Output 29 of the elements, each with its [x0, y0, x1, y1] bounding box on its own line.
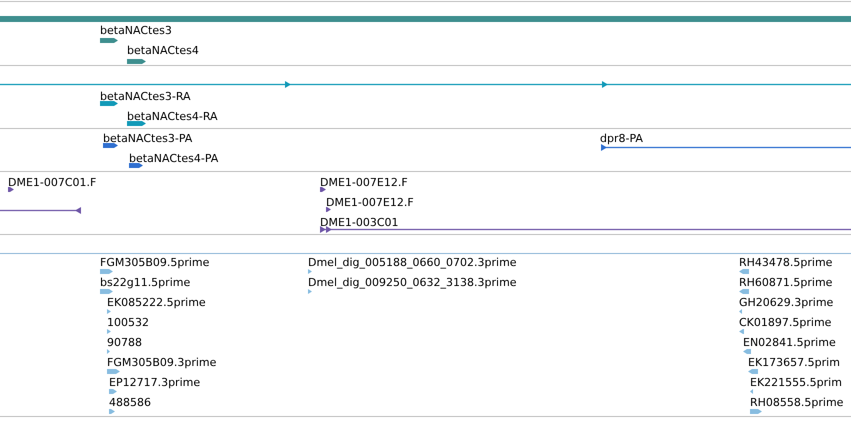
feature-label: EN02841.5prime [743, 336, 836, 349]
feature-label: GH20629.3prime [739, 296, 834, 309]
feature-label: betaNACtes4-RA [127, 110, 218, 123]
feature-label: bs22g11.5prime [100, 276, 190, 289]
feature-label: DME1-007E12.F [320, 176, 408, 189]
feature-label: dpr8-PA [600, 132, 643, 145]
feature-label: FGM305B09.3prime [107, 356, 216, 369]
feature-label: EK085222.5prime [107, 296, 206, 309]
feature-label: EK173657.5prim [748, 356, 840, 369]
feature-label: EK221555.5prim [750, 376, 842, 389]
feature-label: Dmel_dig_009250_0632_3138.3prime [308, 276, 517, 289]
feature-label: 488586 [109, 396, 151, 409]
feature-label: betaNACtes3-PA [103, 132, 192, 145]
feature-label: CK01897.5prime [739, 316, 832, 329]
feature-label: DME1-007E12.F [326, 196, 414, 209]
feature-label: betaNACtes4 [127, 44, 199, 57]
feature-label: Dmel_dig_005188_0660_0702.3prime [308, 256, 517, 269]
feature-label: betaNACtes3 [100, 24, 172, 37]
feature-label: FGM305B09.5prime [100, 256, 210, 269]
feature-label: EP12717.3prime [109, 376, 200, 389]
feature-label: RH60871.5prime [739, 276, 832, 289]
feature-label: RH43478.5prime [739, 256, 832, 269]
feature-label: betaNACtes4-PA [129, 152, 218, 165]
feature-label: DME1-003C01 [320, 216, 399, 229]
feature-label: RH08558.5prime [750, 396, 844, 409]
feature-label: 90788 [107, 336, 142, 349]
feature-label: DME1-007C01.F [8, 176, 96, 189]
feature-label: 100532 [107, 316, 149, 329]
feature-label: betaNACtes3-RA [100, 90, 191, 103]
